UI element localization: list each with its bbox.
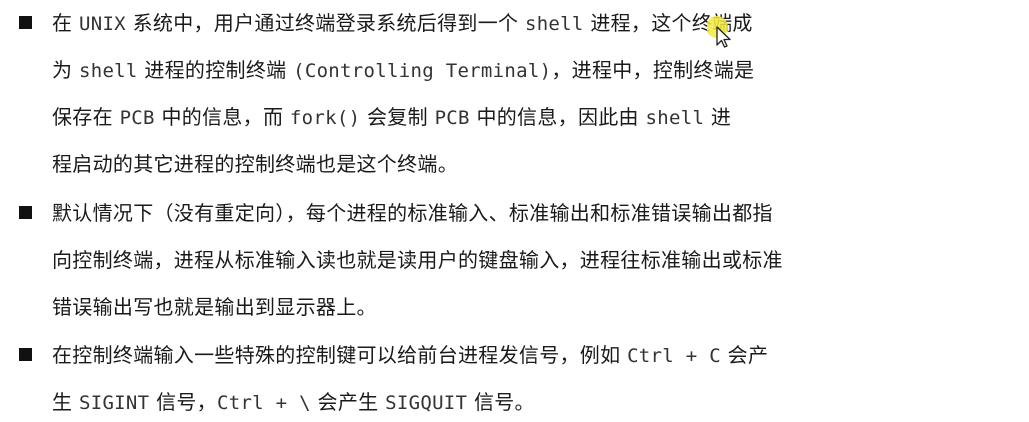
code-term: PCB [434,107,470,129]
mouse-pointer-icon [707,16,731,48]
code-term: shell [645,107,705,129]
bullet-3-line-1: 在控制终端输入一些特殊的控制键可以给前台进程发信号，例如 Ctrl + C 会产 [52,338,768,372]
bullet-2-line-1: 默认情况下（没有重定向），每个进程的标准输入、标准输出和标准错误输出都指 [52,196,773,230]
code-term: Ctrl + C [627,345,721,367]
square-bullet-icon [19,16,32,29]
text-segment: 信号， [149,390,217,414]
text-segment: 为 [52,58,79,82]
bullet-1-line-2: 为 shell 进程的控制终端 (Controlling Terminal)，进… [52,53,754,87]
text-segment: 错误输出写也就是输出到显示器上。 [52,295,377,319]
text-segment: 在 [52,11,79,35]
code-term: PCB [119,107,155,129]
text-segment: 会产 [720,343,769,367]
text-segment: 生 [52,390,79,414]
square-bullet-icon [19,206,32,219]
text-segment: 进 [704,105,732,129]
text-segment: 会产生 [310,390,386,414]
code-term: Ctrl + \ [216,392,311,414]
text-segment: 中的信息，而 [154,105,290,129]
text-segment: 信号。 [467,390,535,414]
code-term: fork() [289,107,361,129]
square-bullet-icon [19,348,32,361]
text-segment: 系统中，用户通过终端登录系统后得到一个 [125,11,525,35]
bullet-2-line-3: 错误输出写也就是输出到显示器上。 [52,290,377,324]
code-term: SIGINT [78,392,150,414]
bullet-1-line-3: 保存在 PCB 中的信息，而 fork() 会复制 PCB 中的信息，因此由 s… [52,100,731,134]
code-term: shell [524,13,584,35]
bullet-2-line-2: 向控制终端，进程从标准输入读也就是读用户的键盘输入，进程往标准输出或标准 [52,243,783,277]
slide-document: 在 UNIX 系统中，用户通过终端登录系统后得到一个 shell 进程，这个终端… [0,0,1029,422]
text-segment: ，进程中，控制终端是 [551,58,755,82]
text-segment: 进程的控制终端 [137,58,294,82]
bullet-1-line-1: 在 UNIX 系统中，用户通过终端登录系统后得到一个 shell 进程，这个终端… [52,6,753,40]
code-term: shell [78,60,138,82]
code-term: (Controlling Terminal) [293,60,552,82]
text-segment: 中的信息，因此由 [469,105,646,129]
text-segment: 程启动的其它进程的控制终端也是这个终端。 [52,152,458,176]
code-term: SIGQUIT [385,392,468,414]
text-segment: 会复制 [360,105,435,129]
code-term: UNIX [78,13,126,35]
bullet-3-line-2: 生 SIGINT 信号，Ctrl + \ 会产生 SIGQUIT 信号。 [52,385,535,419]
text-segment: 在控制终端输入一些特殊的控制键可以给前台进程发信号，例如 [52,343,628,367]
text-segment: 默认情况下（没有重定向），每个进程的标准输入、标准输出和标准错误输出都指 [52,201,773,225]
bullet-1-line-4: 程启动的其它进程的控制终端也是这个终端。 [52,147,458,181]
text-segment: 保存在 [52,105,120,129]
text-segment: 向控制终端，进程从标准输入读也就是读用户的键盘输入，进程往标准输出或标准 [52,248,783,272]
